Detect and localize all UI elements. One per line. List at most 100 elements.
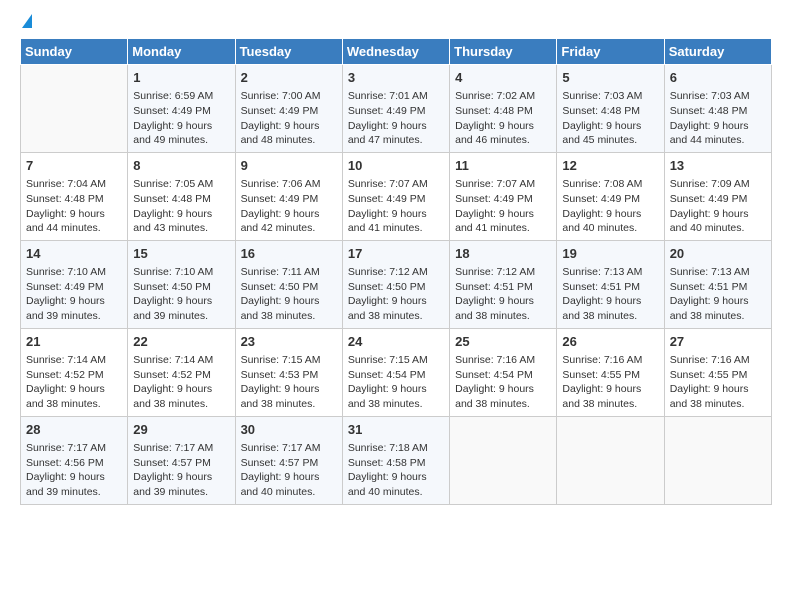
daylight-text: Daylight: 9 hours and 38 minutes. <box>241 382 337 411</box>
calendar-cell: 4Sunrise: 7:02 AMSunset: 4:48 PMDaylight… <box>450 65 557 153</box>
calendar-cell: 25Sunrise: 7:16 AMSunset: 4:54 PMDayligh… <box>450 328 557 416</box>
calendar-cell: 24 Sunrise: 7:15 AMSunset: 4:54 PMDayligh… <box>342 328 449 416</box>
daylight-text: Daylight: 9 hours and 44 minutes. <box>670 119 766 148</box>
sunset-text: Sunset: 4:48 PM <box>133 192 229 207</box>
daylight-text: Daylight: 9 hours and 40 minutes. <box>348 470 444 499</box>
calendar-cell: 22Sunrise: 7:14 AMSunset: 4:52 PMDayligh… <box>128 328 235 416</box>
sunset-text: Sunset: 4:48 PM <box>455 104 551 119</box>
calendar-cell: 12Sunrise: 7:08 AMSunset: 4:49 PMDayligh… <box>557 152 664 240</box>
daylight-text: Daylight: 9 hours and 41 minutes. <box>455 207 551 236</box>
day-number: 9 <box>241 157 337 175</box>
sunrise-text: Sunrise: 7:02 AM <box>455 89 551 104</box>
calendar-header-row: SundayMondayTuesdayWednesdayThursdayFrid… <box>21 39 772 65</box>
sunset-text: Sunset: 4:53 PM <box>241 368 337 383</box>
calendar-cell: 2Sunrise: 7:00 AMSunset: 4:49 PMDaylight… <box>235 65 342 153</box>
sunset-text: Sunset: 4:49 PM <box>133 104 229 119</box>
calendar-cell: 1Sunrise: 6:59 AMSunset: 4:49 PMDaylight… <box>128 65 235 153</box>
calendar-cell: 21Sunrise: 7:14 AMSunset: 4:52 PMDayligh… <box>21 328 128 416</box>
sunrise-text: Sunrise: 6:59 AM <box>133 89 229 104</box>
header <box>20 16 772 30</box>
sunrise-text: Sunrise: 7:13 AM <box>670 265 766 280</box>
sunrise-text: Sunrise: 7:05 AM <box>133 177 229 192</box>
day-number: 24 <box>348 333 444 351</box>
day-number: 25 <box>455 333 551 351</box>
calendar-cell: 20Sunrise: 7:13 AMSunset: 4:51 PMDayligh… <box>664 240 771 328</box>
sunset-text: Sunset: 4:57 PM <box>133 456 229 471</box>
sunset-text: Sunset: 4:51 PM <box>670 280 766 295</box>
sunrise-text: Sunrise: 7:09 AM <box>670 177 766 192</box>
calendar-week-row: 21Sunrise: 7:14 AMSunset: 4:52 PMDayligh… <box>21 328 772 416</box>
daylight-text: Daylight: 9 hours and 38 minutes. <box>562 294 658 323</box>
sunset-text: Sunset: 4:52 PM <box>26 368 122 383</box>
day-number: 8 <box>133 157 229 175</box>
day-number: 19 <box>562 245 658 263</box>
sunset-text: Sunset: 4:48 PM <box>670 104 766 119</box>
daylight-text: Daylight: 9 hours and 40 minutes. <box>562 207 658 236</box>
calendar-cell: 3Sunrise: 7:01 AMSunset: 4:49 PMDaylight… <box>342 65 449 153</box>
daylight-text: Daylight: 9 hours and 41 minutes. <box>348 207 444 236</box>
sunset-text: Sunset: 4:49 PM <box>241 104 337 119</box>
sunset-text: Sunset: 4:49 PM <box>455 192 551 207</box>
daylight-text: Daylight: 9 hours and 39 minutes. <box>133 294 229 323</box>
day-number: 5 <box>562 69 658 87</box>
daylight-text: Daylight: 9 hours and 38 minutes. <box>562 382 658 411</box>
logo <box>20 16 32 30</box>
calendar-cell: 13Sunrise: 7:09 AMSunset: 4:49 PMDayligh… <box>664 152 771 240</box>
sunrise-text: Sunrise: 7:12 AM <box>348 265 444 280</box>
calendar-week-row: 28Sunrise: 7:17 AMSunset: 4:56 PMDayligh… <box>21 416 772 504</box>
daylight-text: Daylight: 9 hours and 39 minutes. <box>26 470 122 499</box>
sunrise-text: Sunrise: 7:17 AM <box>133 441 229 456</box>
calendar-cell <box>557 416 664 504</box>
sunset-text: Sunset: 4:49 PM <box>348 104 444 119</box>
sunrise-text: Sunrise: 7:10 AM <box>26 265 122 280</box>
daylight-text: Daylight: 9 hours and 43 minutes. <box>133 207 229 236</box>
sunset-text: Sunset: 4:55 PM <box>670 368 766 383</box>
sunset-text: Sunset: 4:51 PM <box>455 280 551 295</box>
day-number: 28 <box>26 421 122 439</box>
calendar-cell: 29Sunrise: 7:17 AMSunset: 4:57 PMDayligh… <box>128 416 235 504</box>
daylight-text: Daylight: 9 hours and 38 minutes. <box>455 294 551 323</box>
sunrise-text: Sunrise: 7:15 AM <box>241 353 337 368</box>
calendar-header-day: Thursday <box>450 39 557 65</box>
sunrise-text: Sunrise: 7:07 AM <box>455 177 551 192</box>
calendar-header-day: Sunday <box>21 39 128 65</box>
daylight-text: Daylight: 9 hours and 45 minutes. <box>562 119 658 148</box>
day-number: 12 <box>562 157 658 175</box>
daylight-text: Daylight: 9 hours and 39 minutes. <box>26 294 122 323</box>
daylight-text: Daylight: 9 hours and 38 minutes. <box>348 294 444 323</box>
sunset-text: Sunset: 4:52 PM <box>133 368 229 383</box>
calendar-header-day: Friday <box>557 39 664 65</box>
calendar-cell: 26Sunrise: 7:16 AMSunset: 4:55 PMDayligh… <box>557 328 664 416</box>
calendar-cell: 27Sunrise: 7:16 AMSunset: 4:55 PMDayligh… <box>664 328 771 416</box>
sunrise-text: Sunrise: 7:16 AM <box>670 353 766 368</box>
page: SundayMondayTuesdayWednesdayThursdayFrid… <box>0 0 792 612</box>
day-number: 14 <box>26 245 122 263</box>
day-number: 16 <box>241 245 337 263</box>
calendar-cell: 10Sunrise: 7:07 AMSunset: 4:49 PMDayligh… <box>342 152 449 240</box>
sunrise-text: Sunrise: 7:14 AM <box>133 353 229 368</box>
calendar-cell: 18Sunrise: 7:12 AMSunset: 4:51 PMDayligh… <box>450 240 557 328</box>
sunset-text: Sunset: 4:49 PM <box>670 192 766 207</box>
sunset-text: Sunset: 4:50 PM <box>241 280 337 295</box>
daylight-text: Daylight: 9 hours and 38 minutes. <box>26 382 122 411</box>
sunset-text: Sunset: 4:55 PM <box>562 368 658 383</box>
day-number: 3 <box>348 69 444 87</box>
calendar-header-day: Saturday <box>664 39 771 65</box>
daylight-text: Daylight: 9 hours and 38 minutes. <box>670 382 766 411</box>
day-number: 31 <box>348 421 444 439</box>
daylight-text: Daylight: 9 hours and 38 minutes. <box>348 382 444 411</box>
calendar-cell: 31Sunrise: 7:18 AMSunset: 4:58 PMDayligh… <box>342 416 449 504</box>
sunrise-text: Sunrise: 7:16 AM <box>562 353 658 368</box>
daylight-text: Daylight: 9 hours and 42 minutes. <box>241 207 337 236</box>
sunset-text: Sunset: 4:51 PM <box>562 280 658 295</box>
sunrise-text: Sunrise: 7:15 AM <box>348 353 444 368</box>
sunset-text: Sunset: 4:54 PM <box>348 368 444 383</box>
sunset-text: Sunset: 4:49 PM <box>241 192 337 207</box>
daylight-text: Daylight: 9 hours and 38 minutes. <box>455 382 551 411</box>
sunrise-text: Sunrise: 7:10 AM <box>133 265 229 280</box>
calendar-week-row: 14Sunrise: 7:10 AMSunset: 4:49 PMDayligh… <box>21 240 772 328</box>
calendar-cell: 16Sunrise: 7:11 AMSunset: 4:50 PMDayligh… <box>235 240 342 328</box>
daylight-text: Daylight: 9 hours and 47 minutes. <box>348 119 444 148</box>
sunset-text: Sunset: 4:50 PM <box>348 280 444 295</box>
sunset-text: Sunset: 4:54 PM <box>455 368 551 383</box>
